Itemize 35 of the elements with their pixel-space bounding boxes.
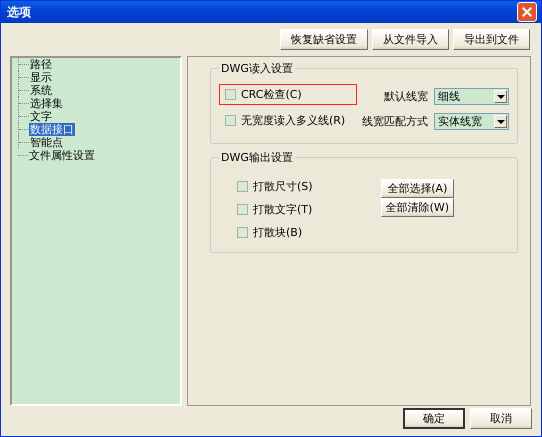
tree-item[interactable]: 数据接口 (29, 123, 75, 136)
dropdown[interactable]: 细线 (434, 88, 509, 105)
toolbar-button[interactable]: 导出到文件 (453, 29, 530, 50)
checkbox[interactable] (237, 226, 248, 238)
select-button[interactable]: 全部选择(A) (380, 179, 454, 198)
caret-icon (496, 120, 504, 124)
dialog-button[interactable]: 取消 (470, 408, 532, 429)
checkbox-label: CRC检查(C) (241, 87, 302, 102)
toolbar-button[interactable]: 恢复缺省设置 (280, 29, 368, 50)
checkbox-label: 打散尺寸(S) (253, 178, 313, 194)
tree-item[interactable]: 文字 (29, 110, 53, 123)
tree-item[interactable]: 系统 (29, 84, 53, 97)
tree-item[interactable]: 选择集 (29, 97, 64, 110)
close-icon[interactable] (517, 2, 537, 22)
dropdown[interactable]: 实体线宽 (434, 113, 509, 130)
checkbox[interactable] (237, 204, 248, 214)
checkbox[interactable] (225, 115, 236, 126)
caret-icon (496, 94, 504, 98)
group-title: DWG输出设置 (220, 150, 294, 165)
checkbox[interactable] (237, 180, 248, 192)
tree-item[interactable]: 路径 (29, 58, 53, 71)
tree-item[interactable]: 智能点 (29, 136, 64, 149)
tree-item[interactable]: 显示 (29, 71, 53, 84)
checkbox-label: 打散文字(T) (253, 202, 312, 216)
group-title: DWG读入设置 (220, 61, 294, 76)
dropdown-label: 默认线宽 (384, 89, 428, 104)
select-button[interactable]: 全部清除(W) (380, 198, 454, 217)
tree-item[interactable]: 文件属性设置 (28, 149, 96, 162)
toolbar-button[interactable]: 从文件导入 (372, 29, 449, 50)
checkbox-label: 打散块(B) (253, 224, 302, 240)
dialog-button[interactable]: 确定 (403, 408, 465, 429)
window-title: 选项 (7, 4, 31, 20)
dropdown-label: 线宽匹配方式 (362, 114, 428, 129)
checkbox-label: 无宽度读入多义线(R) (241, 113, 346, 128)
checkbox[interactable] (225, 89, 236, 100)
